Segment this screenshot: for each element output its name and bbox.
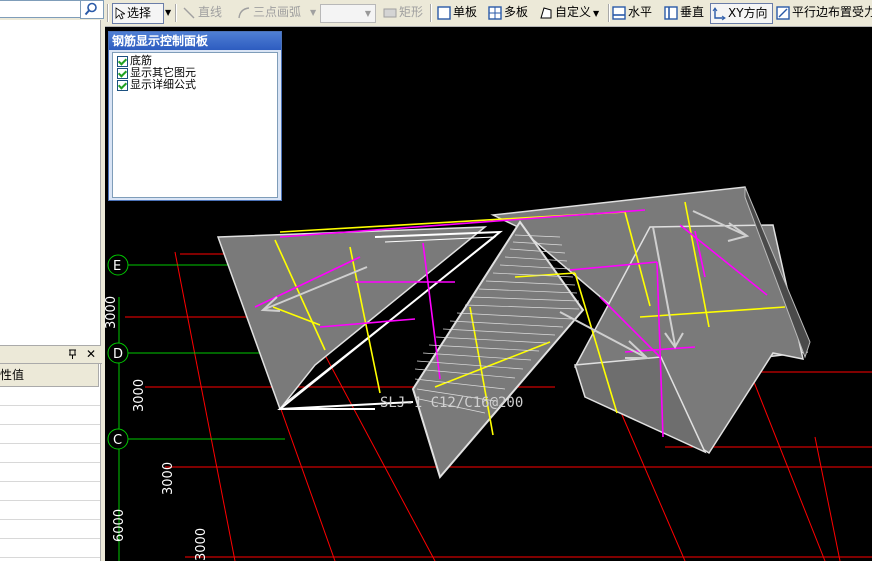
combo-select[interactable]: ▼ [320,4,376,23]
single-slab-button[interactable]: 单板 [437,3,477,22]
dimension-text: 6000 [112,509,127,542]
three-point-arc-button[interactable]: 三点画弧 [237,3,301,22]
multi-slab-button[interactable]: 多板 [488,3,528,22]
parallel-edge-icon [776,5,790,20]
custom-shape-icon [540,6,552,18]
line-label: 直线 [198,5,223,19]
search-input[interactable] [0,0,83,18]
toolbar: 选择 ▼ 直线 三点画弧 ▼ ▼ 矩形 单板 多板 自定义 ▼ 水平 垂直 XY方… [105,0,872,27]
dimension-text: 3000 [161,462,176,495]
table-row[interactable] [0,425,100,444]
table-row[interactable] [0,482,100,501]
select-label: 选择 [127,6,152,20]
vertical-icon [664,5,678,20]
axis-label-c: C [113,433,122,448]
custom-button[interactable]: 自定义 ▼ [539,3,599,22]
vertical-label: 垂直 [680,5,705,19]
table-row[interactable] [0,406,100,425]
pin-icon[interactable] [68,349,77,363]
vertical-button[interactable]: 垂直 [664,3,704,22]
xy-direction-label: XY方向 [728,6,768,20]
table-row[interactable] [0,444,100,463]
line-icon [183,7,195,18]
rectangle-label: 矩形 [399,5,424,19]
checkbox-icon[interactable] [117,67,128,79]
horizontal-icon [612,5,626,20]
arc-icon [238,6,250,18]
arc-label: 三点画弧 [253,5,302,19]
multi-slab-icon [488,5,502,20]
search-button[interactable] [80,0,104,19]
rebar-display-control-panel[interactable]: 钢筋显示控制面板 底筋 显示其它图元 显示详细公式 [108,31,282,201]
left-sidebar: ✕ 性值 [0,0,106,561]
axis-label-e: E [113,259,121,274]
xy-direction-icon [712,6,726,20]
property-table[interactable]: 性值 [0,364,101,561]
select-button[interactable]: 选择 [112,3,164,24]
toolbar-separator [430,4,432,22]
table-row[interactable] [0,501,100,520]
dimension-text: 3000 [194,528,209,561]
single-slab-icon [437,5,451,20]
table-row[interactable] [0,463,100,482]
cursor-icon [115,7,125,20]
multi-slab-label: 多板 [504,5,529,19]
rectangle-icon [383,8,397,17]
rectangle-button[interactable]: 矩形 [383,3,423,22]
xy-direction-button[interactable]: XY方向 [710,3,773,24]
checkbox-label: 显示详细公式 [130,78,196,91]
rebar-label[interactable]: SLJ-1 C12/C16@200 [380,395,523,411]
arc-dropdown-arrow[interactable]: ▼ [310,3,316,22]
single-slab-label: 单板 [453,5,478,19]
chevron-down-icon: ▼ [364,9,372,18]
property-column-header: 性值 [0,364,99,387]
toolbar-grip [107,4,109,22]
horizontal-button[interactable]: 水平 [612,3,652,22]
dimension-text: 3000 [132,379,147,412]
line-button[interactable]: 直线 [182,3,222,22]
custom-label: 自定义 [555,5,592,19]
table-row[interactable] [0,387,100,406]
table-row[interactable] [0,539,100,558]
panel-body: 底筋 显示其它图元 显示详细公式 [112,52,278,198]
toolbar-separator [608,4,610,22]
select-dropdown-arrow[interactable]: ▼ [165,3,171,22]
table-row[interactable] [0,520,100,539]
dimension-text: 3000 [105,296,119,329]
checkbox-icon[interactable] [117,55,128,67]
parallel-edge-label: 平行边布置受力 [792,5,872,19]
axis-label-d: D [113,347,123,362]
panel-title[interactable]: 钢筋显示控制面板 [109,32,281,50]
search-icon [84,2,97,16]
toolbar-separator [175,4,177,22]
parallel-edge-button[interactable]: 平行边布置受力 [776,3,872,22]
show-detail-formula-checkbox[interactable]: 显示详细公式 [117,79,196,91]
checkbox-icon[interactable] [117,79,128,91]
property-panel-header: ✕ [0,347,102,364]
horizontal-label: 水平 [628,5,653,19]
close-icon[interactable]: ✕ [86,347,96,361]
tree-panel[interactable] [0,20,101,346]
